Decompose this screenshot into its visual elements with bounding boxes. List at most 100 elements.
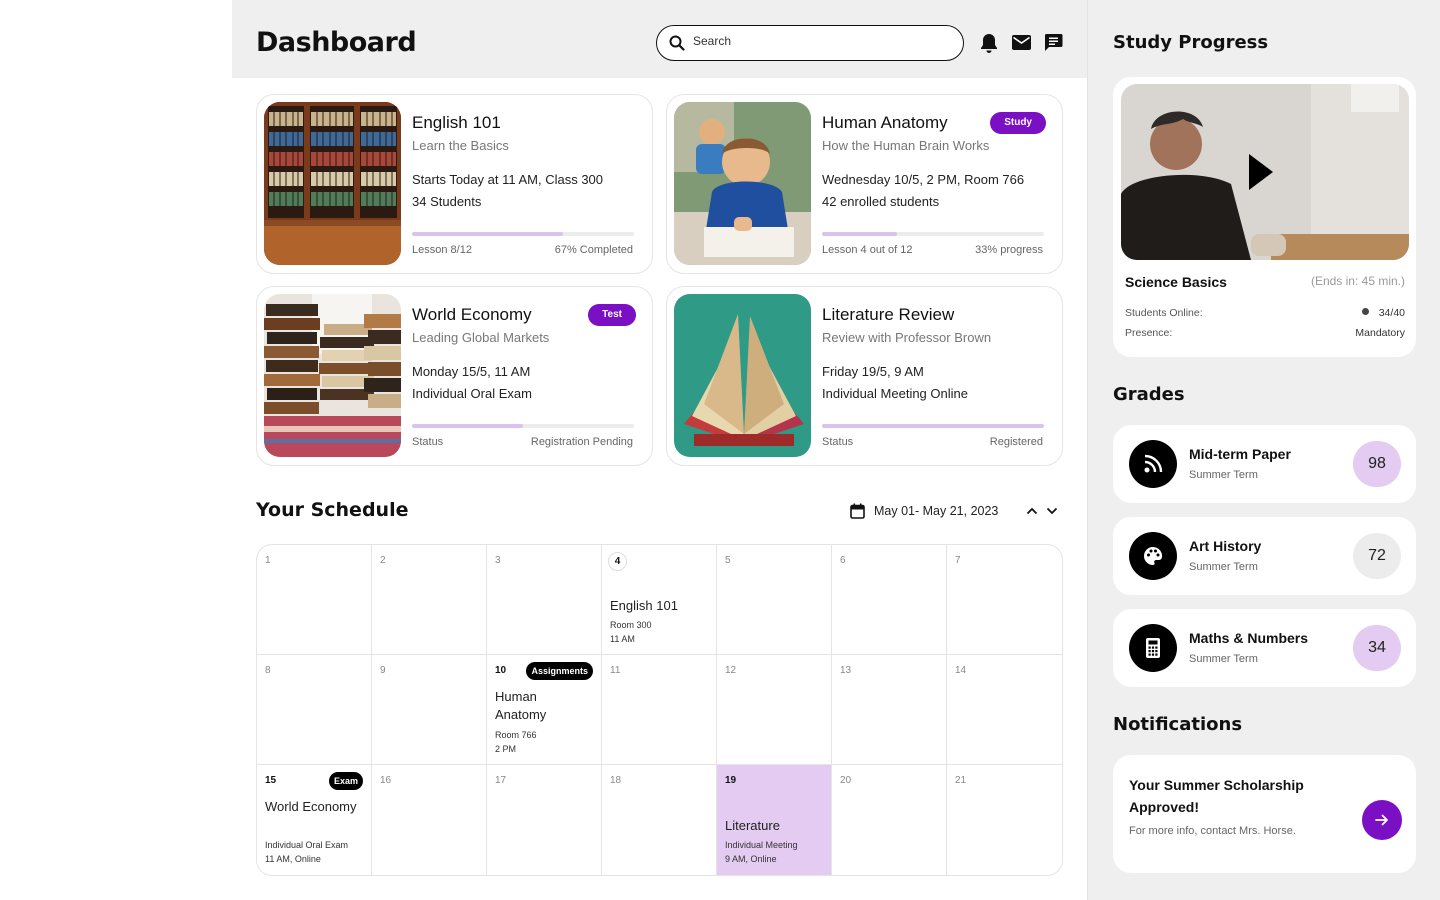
notification-subtitle: For more info, contact Mrs. Horse. [1129, 825, 1296, 837]
event-time: 11 AM [610, 634, 635, 644]
video-thumbnail[interactable] [1121, 84, 1409, 260]
top-header: Dashboard [232, 0, 1087, 78]
calendar-day[interactable]: 12 [717, 655, 832, 765]
calendar-day[interactable]: 6 [832, 545, 947, 655]
study-progress-card[interactable]: Science Basics (Ends in: 45 min.) Studen… [1113, 77, 1416, 357]
grade-card[interactable]: Maths & Numbers Summer Term 34 [1113, 609, 1416, 687]
course-details: Individual Meeting Online [822, 386, 968, 401]
course-details: Individual Oral Exam [412, 386, 532, 401]
grade-card[interactable]: Mid-term Paper Summer Term 98 [1113, 425, 1416, 503]
course-title: Literature Review [822, 305, 955, 324]
course-card-anatomy[interactable]: Human Anatomy Study How the Human Brain … [666, 94, 1063, 274]
students-online-value: 34/40 [1361, 307, 1405, 319]
course-title: Human Anatomy [822, 113, 948, 132]
day-number: 3 [495, 555, 501, 566]
notification-open-button[interactable] [1362, 800, 1402, 840]
open-book-image [674, 294, 811, 457]
day-number: 21 [955, 775, 967, 786]
notification-card[interactable]: Your Summer Scholarship Approved! For mo… [1113, 755, 1416, 873]
calendar-day[interactable]: 14 [947, 655, 1062, 765]
calendar-day[interactable]: 7 [947, 545, 1062, 655]
calendar-day[interactable]: 18 [602, 765, 717, 875]
grade-name: Art History [1189, 538, 1262, 554]
event-title: Anatomy [495, 707, 547, 722]
student-writing-image [674, 102, 811, 265]
right-sidebar: Study Progress Science Basics (Ends in: … [1087, 0, 1440, 900]
bell-icon[interactable] [979, 32, 999, 54]
grade-term: Summer Term [1189, 469, 1258, 481]
event-detail: Individual Oral Exam [265, 840, 349, 850]
course-schedule: Friday 19/5, 9 AM [822, 364, 924, 379]
presence-label: Presence: [1125, 327, 1173, 339]
calendar-day[interactable]: 9 [372, 655, 487, 765]
course-schedule: Starts Today at 11 AM, Class 300 [412, 172, 604, 187]
course-title: World Economy [412, 305, 532, 324]
calendar-day[interactable]: 11 [602, 655, 717, 765]
grades-heading: Grades [1113, 384, 1185, 405]
calendar-day[interactable]: 17 [487, 765, 602, 875]
event-time: 11 AM, Online [265, 854, 321, 864]
course-subtitle: Review with Professor Brown [822, 330, 992, 345]
course-card-literature[interactable]: Literature Review Review with Professor … [666, 286, 1063, 466]
calendar-day[interactable]: 21 [947, 765, 1062, 875]
course-schedule: Monday 15/5, 11 AM [412, 364, 531, 379]
course-title: English 101 [412, 113, 501, 132]
day-number: 4 [608, 552, 627, 571]
chat-icon[interactable] [1044, 33, 1063, 52]
day-number: 11 [610, 665, 621, 676]
completion-text: 33% progress [975, 244, 1043, 256]
course-card-english[interactable]: English 101 Learn the Basics Starts Toda… [256, 94, 653, 274]
arrow-right-icon [1375, 814, 1388, 826]
students-online-count: 34/40 [1378, 307, 1405, 319]
chevron-up-icon[interactable] [1026, 506, 1038, 516]
grade-term: Summer Term [1189, 561, 1258, 573]
schedule-calendar: 1 2 3 4 English 101 Room 300 11 AM 5 6 7… [256, 544, 1063, 876]
grade-card[interactable]: Art History Summer Term 72 [1113, 517, 1416, 595]
schedule-title: Your Schedule [256, 499, 409, 521]
calendar-day-event[interactable]: 4 English 101 Room 300 11 AM [602, 545, 717, 655]
calendar-day-event[interactable]: 10 Assignments Human Anatomy Room 766 2 … [487, 655, 602, 765]
grade-name: Maths & Numbers [1189, 630, 1309, 646]
calculator-icon [1146, 638, 1160, 658]
study-progress-heading: Study Progress [1113, 32, 1269, 53]
mail-icon[interactable] [1012, 35, 1031, 50]
course-schedule: Wednesday 10/5, 2 PM, Room 766 [822, 172, 1025, 187]
day-number: 14 [955, 665, 967, 676]
calendar-day[interactable]: 13 [832, 655, 947, 765]
test-tag: Test [588, 304, 636, 326]
chevron-down-icon[interactable] [1046, 506, 1058, 516]
course-card-economy[interactable]: World Economy Test Leading Global Market… [256, 286, 653, 466]
day-number: 16 [380, 775, 392, 786]
calendar-day[interactable]: 16 [372, 765, 487, 875]
calendar-day[interactable]: 1 [257, 545, 372, 655]
day-number: 13 [840, 665, 852, 676]
search-input[interactable] [693, 34, 943, 48]
search-box[interactable] [656, 25, 964, 61]
event-room: Room 300 [610, 620, 652, 630]
event-room: Room 766 [495, 730, 537, 740]
course-students: 34 Students [412, 194, 482, 209]
status-value: Registration Pending [530, 436, 633, 448]
students-online-label: Students Online: [1125, 307, 1203, 319]
event-title: Human [495, 689, 537, 704]
progress-bar [822, 424, 1044, 428]
grade-term: Summer Term [1189, 653, 1258, 665]
calendar-day[interactable]: 8 [257, 655, 372, 765]
event-time: 9 AM, Online [725, 854, 777, 864]
day-number: 17 [495, 775, 507, 786]
grade-score: 72 [1353, 533, 1401, 579]
calendar-day-highlighted[interactable]: 19 Literature Individual Meeting 9 AM, O… [717, 765, 832, 875]
grade-score: 98 [1353, 441, 1401, 487]
calendar-day[interactable]: 2 [372, 545, 487, 655]
progress-fill [822, 232, 898, 236]
assignments-badge: Assignments [526, 662, 593, 680]
event-title: Literature [725, 818, 780, 833]
calendar-day-event[interactable]: 15 Exam World Economy Individual Oral Ex… [257, 765, 372, 875]
day-number: 10 [495, 665, 507, 676]
calendar-day[interactable]: 3 [487, 545, 602, 655]
bookshelf-image [264, 102, 401, 265]
calendar-day[interactable]: 20 [832, 765, 947, 875]
day-number: 12 [725, 665, 737, 676]
event-title: World Economy [265, 799, 357, 814]
calendar-day[interactable]: 5 [717, 545, 832, 655]
